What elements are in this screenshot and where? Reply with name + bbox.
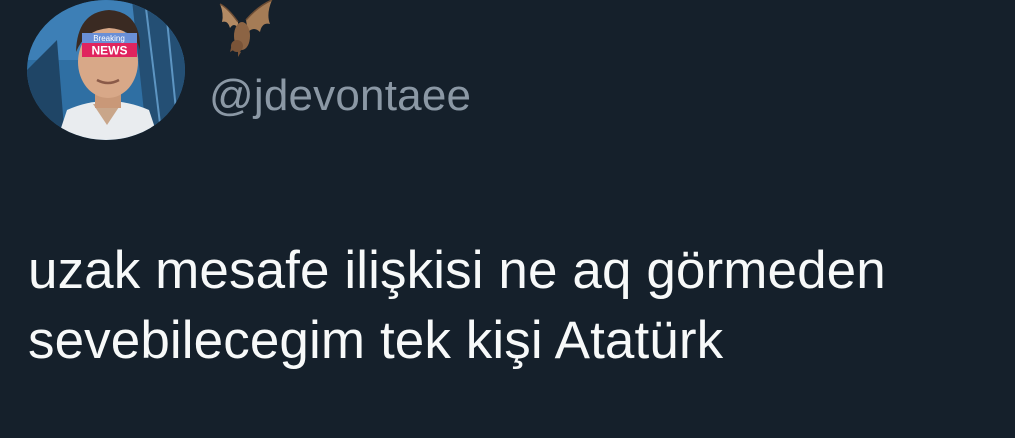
bat-icon (219, 0, 273, 57)
tweet-text: uzak mesafe ilişkisi ne aq görmeden seve… (28, 236, 1008, 376)
avatar-badge-main: NEWS (92, 44, 128, 58)
author-handle[interactable]: @jdevontaee (209, 70, 471, 122)
avatar-photo: Breaking NEWS (27, 0, 185, 140)
avatar[interactable]: Breaking NEWS (27, 0, 185, 140)
tweet-text-line-1: uzak mesafe ilişkisi ne aq görmeden (28, 241, 886, 300)
display-name-bat-emoji (216, 0, 276, 58)
avatar-badge-top: Breaking (93, 34, 125, 43)
tweet: Breaking NEWS @jdevontaee uzak mesafe il… (0, 0, 1015, 438)
tweet-text-line-2: sevebilecegim tek kişi Atatürk (28, 311, 724, 370)
